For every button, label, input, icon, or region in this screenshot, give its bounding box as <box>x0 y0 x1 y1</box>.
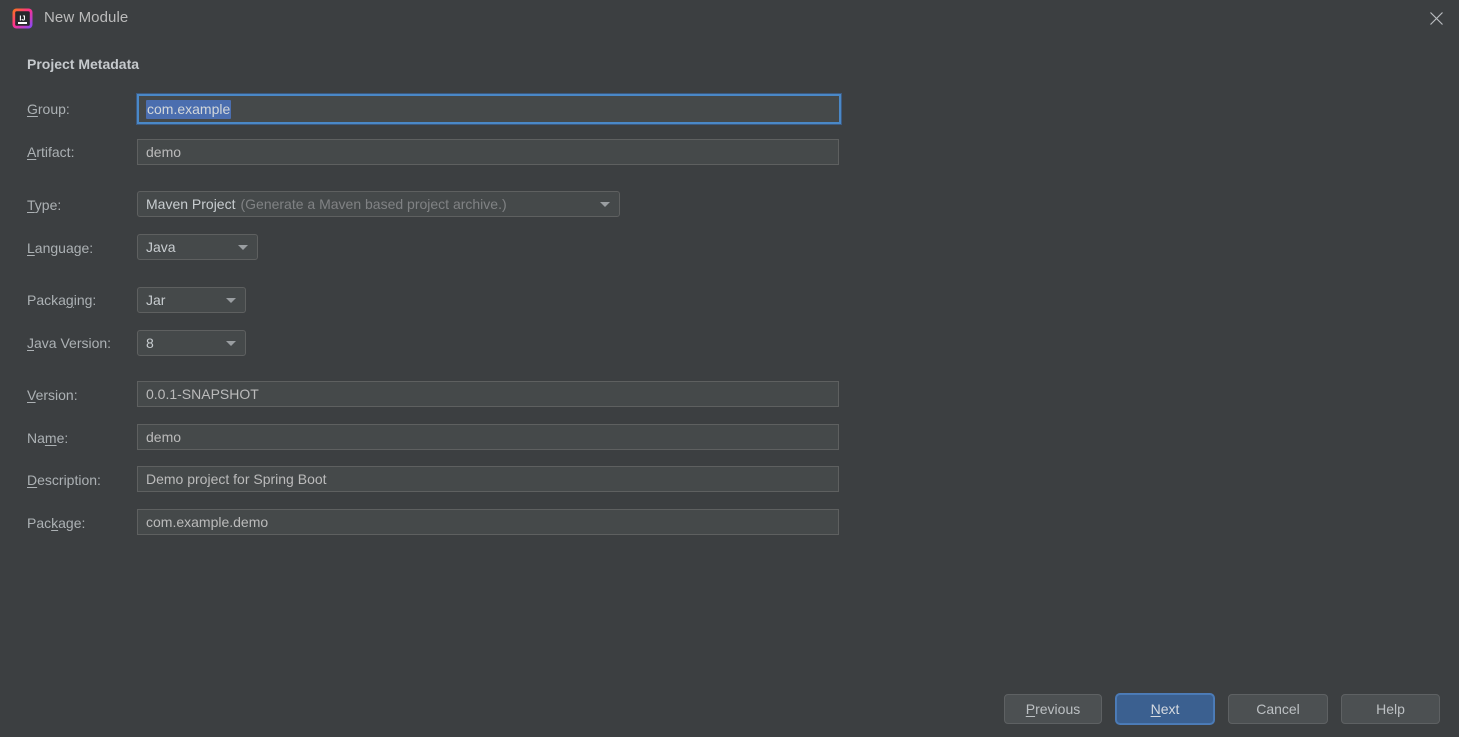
label-type: Type: <box>27 197 62 213</box>
label-description: Description: <box>27 472 101 488</box>
version-input[interactable]: 0.0.1-SNAPSHOT <box>137 381 839 407</box>
previous-button[interactable]: Previous <box>1004 694 1102 724</box>
label-version: Version: <box>27 387 78 403</box>
type-combobox-hint: (Generate a Maven based project archive.… <box>240 196 507 212</box>
name-input[interactable]: demo <box>137 424 839 450</box>
type-combobox[interactable]: Maven Project (Generate a Maven based pr… <box>137 191 620 217</box>
label-packaging: Packaging: <box>27 292 97 308</box>
language-combobox[interactable]: Java <box>137 234 258 260</box>
label-name: Name: <box>27 430 69 446</box>
label-package: Package: <box>27 515 86 531</box>
chevron-down-icon <box>600 202 610 207</box>
help-button[interactable]: Help <box>1341 694 1440 724</box>
language-combobox-value: Java <box>146 239 176 255</box>
label-artifact: Artifact: <box>27 144 75 160</box>
label-java-version: Java Version: <box>27 335 112 351</box>
cancel-button[interactable]: Cancel <box>1228 694 1328 724</box>
chevron-down-icon <box>226 298 236 303</box>
chevron-down-icon <box>238 245 248 250</box>
java-version-combobox[interactable]: 8 <box>137 330 246 356</box>
type-combobox-value: Maven Project <box>146 196 236 212</box>
artifact-input[interactable]: demo <box>137 139 839 165</box>
label-group: Group: <box>27 101 70 117</box>
package-input[interactable]: com.example.demo <box>137 509 839 535</box>
java-version-combobox-value: 8 <box>146 335 154 351</box>
next-button[interactable]: Next <box>1116 694 1214 724</box>
version-input-value: 0.0.1-SNAPSHOT <box>146 386 259 402</box>
chevron-down-icon <box>226 341 236 346</box>
artifact-input-value: demo <box>146 144 182 160</box>
packaging-combobox[interactable]: Jar <box>137 287 246 313</box>
description-input-value: Demo project for Spring Boot <box>146 471 327 487</box>
description-input[interactable]: Demo project for Spring Boot <box>137 466 839 492</box>
packaging-combobox-value: Jar <box>146 292 166 308</box>
package-input-value: com.example.demo <box>146 514 269 530</box>
group-input[interactable]: com.example <box>136 93 842 125</box>
group-input-value: com.example <box>146 99 232 119</box>
project-metadata-form: Group: com.example Artifact: demo Type: … <box>0 0 1459 737</box>
label-language: Language: <box>27 240 94 256</box>
name-input-value: demo <box>146 429 182 445</box>
